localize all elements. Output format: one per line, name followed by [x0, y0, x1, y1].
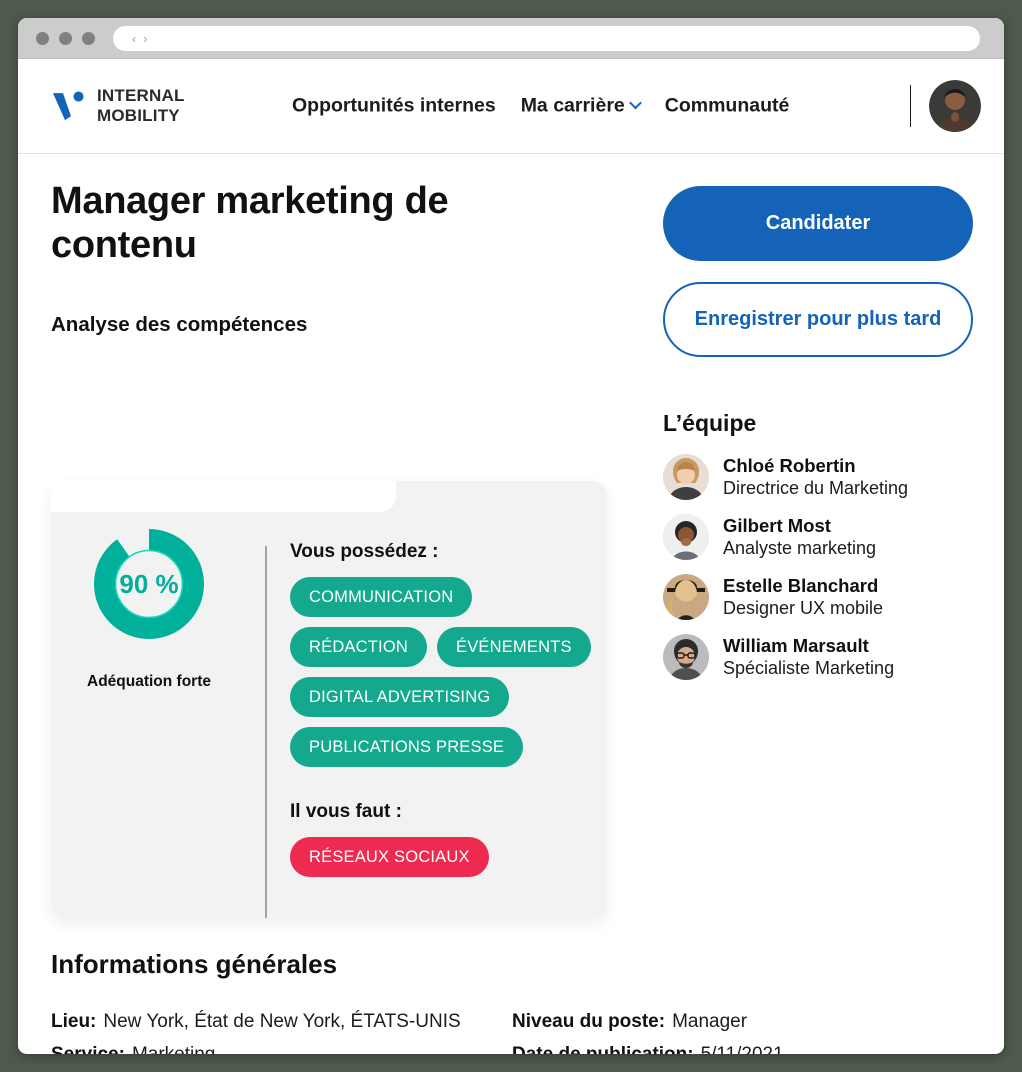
skill-tag[interactable]: COMMUNICATION	[290, 577, 473, 617]
member-role: Designer UX mobile	[723, 598, 884, 619]
info-label: Lieu:	[51, 1011, 97, 1032]
nav-item-label: Ma carrière	[520, 94, 625, 117]
info-value: New York, État de New York, ÉTATS-UNIS	[103, 1011, 461, 1032]
panel-title-notch	[51, 481, 396, 512]
match-donut-chart: 90 %	[90, 525, 208, 643]
skills-need-title: Il vous faut :	[290, 801, 402, 822]
brand-name: INTERNAL MOBILITY	[97, 86, 185, 126]
team-list: Chloé Robertin Directrice du Marketing G…	[663, 454, 973, 680]
window-controls	[36, 32, 95, 45]
address-bar[interactable]: ‹ ›	[113, 26, 980, 51]
info-label: Niveau du poste:	[512, 1011, 666, 1032]
member-info: Gilbert Most Analyste marketing	[723, 514, 876, 560]
list-item[interactable]: Estelle Blanchard Designer UX mobile	[663, 574, 973, 620]
info-value: Marketing	[132, 1039, 215, 1054]
member-role: Spécialiste Marketing	[723, 658, 895, 679]
site-header: INTERNAL MOBILITY Opportunités internes …	[18, 59, 1004, 154]
skill-tag[interactable]: RÉDACTION	[290, 627, 427, 667]
missing-skill-tag[interactable]: RÉSEAUX SOCIAUX	[290, 837, 489, 877]
job-detail-page: Manager marketing de contenu 90 % Adéqua…	[18, 154, 1004, 1054]
member-role: Directrice du Marketing	[723, 478, 909, 499]
browser-window: ‹ › INTERNAL MOBILITY Opportunités inter…	[18, 18, 1004, 1054]
nav-arrows-icon[interactable]: ‹ ›	[132, 33, 149, 45]
brand-logo[interactable]: INTERNAL MOBILITY	[51, 86, 185, 126]
job-actions-rail: Candidater Enregistrer pour plus tard L’…	[663, 154, 973, 694]
header-divider	[909, 85, 911, 127]
apply-button[interactable]: Candidater	[663, 186, 973, 261]
maximize-dot[interactable]	[82, 32, 95, 45]
skill-tag-row: DIGITAL ADVERTISING	[290, 677, 600, 717]
member-name: Estelle Blanchard	[723, 575, 879, 597]
member-role: Analyste marketing	[723, 538, 877, 559]
info-row-lieu: Lieu: New York, État de New York, ÉTATS-…	[51, 1006, 481, 1039]
list-item[interactable]: William Marsault Spécialiste Marketing	[663, 634, 973, 680]
nav-item-label: Communauté	[664, 94, 790, 117]
avatar	[663, 514, 709, 560]
member-name: Gilbert Most	[723, 515, 831, 537]
nav-item-communaute[interactable]: Communauté	[665, 95, 790, 118]
skill-tag-row: RÉDACTION ÉVÉNEMENTS	[290, 627, 600, 667]
member-name: Chloé Robertin	[723, 455, 856, 477]
general-info-right-column: Niveau du poste: Manager Date de publica…	[512, 1006, 972, 1054]
info-value: 5/11/2021	[701, 1039, 784, 1054]
list-item[interactable]: Gilbert Most Analyste marketing	[663, 514, 973, 560]
team-section-title: L’équipe	[663, 410, 757, 436]
skill-tag-row: RÉSEAUX SOCIAUX	[290, 837, 600, 877]
avatar	[663, 634, 709, 680]
member-info: Chloé Robertin Directrice du Marketing	[723, 454, 908, 500]
general-info-left-column: Lieu: New York, État de New York, ÉTATS-…	[51, 1006, 481, 1054]
chevron-down-icon	[628, 96, 642, 110]
nav-item-opportunites[interactable]: Opportunités internes	[292, 95, 496, 118]
user-avatar[interactable]	[929, 80, 981, 132]
info-label: Service:	[51, 1039, 125, 1054]
match-score: 90 % Adéquation forte	[51, 525, 247, 691]
v-logo-icon	[51, 90, 85, 122]
skill-tag[interactable]: DIGITAL ADVERTISING	[290, 677, 510, 717]
panel-vertical-divider	[265, 546, 267, 918]
skills-analysis-panel: 90 % Adéquation forte Vous possédez : CO…	[51, 481, 607, 918]
match-caption: Adéquation forte	[87, 673, 211, 690]
info-row-date-de-publication: Date de publication: 5/11/2021	[512, 1039, 972, 1054]
save-for-later-button[interactable]: Enregistrer pour plus tard	[663, 282, 973, 357]
page-title: Manager marketing de contenu	[51, 180, 449, 266]
member-info: William Marsault Spécialiste Marketing	[723, 634, 894, 680]
avatar	[663, 574, 709, 620]
skill-tag[interactable]: PUBLICATIONS PRESSE	[290, 727, 524, 767]
main-navigation: Opportunités internes Ma carrière Commun…	[292, 95, 789, 118]
info-row-service: Service: Marketing	[51, 1039, 481, 1054]
nav-item-label: Opportunités internes	[292, 94, 496, 117]
skills-tag-columns: Vous possédez : COMMUNICATION RÉDACTION …	[290, 541, 600, 887]
general-info-title: Informations générales	[51, 949, 338, 979]
skills-have-title: Vous possédez :	[290, 541, 439, 562]
browser-titlebar: ‹ ›	[18, 18, 1004, 59]
list-item[interactable]: Chloé Robertin Directrice du Marketing	[663, 454, 973, 500]
skill-tag[interactable]: ÉVÉNEMENTS	[436, 627, 591, 667]
close-dot[interactable]	[36, 32, 49, 45]
member-info: Estelle Blanchard Designer UX mobile	[723, 574, 883, 620]
skills-section-title: Analyse des compétences	[51, 313, 322, 343]
info-row-niveau-du-poste: Niveau du poste: Manager	[512, 1006, 972, 1039]
match-percent-label: 90 %	[119, 568, 179, 599]
avatar	[663, 454, 709, 500]
info-value: Manager	[672, 1011, 748, 1032]
brand-line-2: MOBILITY	[97, 106, 180, 125]
skill-tag-row: COMMUNICATION	[290, 577, 600, 617]
brand-line-1: INTERNAL	[97, 86, 185, 106]
minimize-dot[interactable]	[59, 32, 72, 45]
info-label: Date de publication:	[512, 1039, 694, 1054]
member-name: William Marsault	[723, 635, 869, 657]
skill-tag-row: PUBLICATIONS PRESSE	[290, 727, 600, 767]
nav-item-ma-carriere[interactable]: Ma carrière	[520, 94, 642, 118]
